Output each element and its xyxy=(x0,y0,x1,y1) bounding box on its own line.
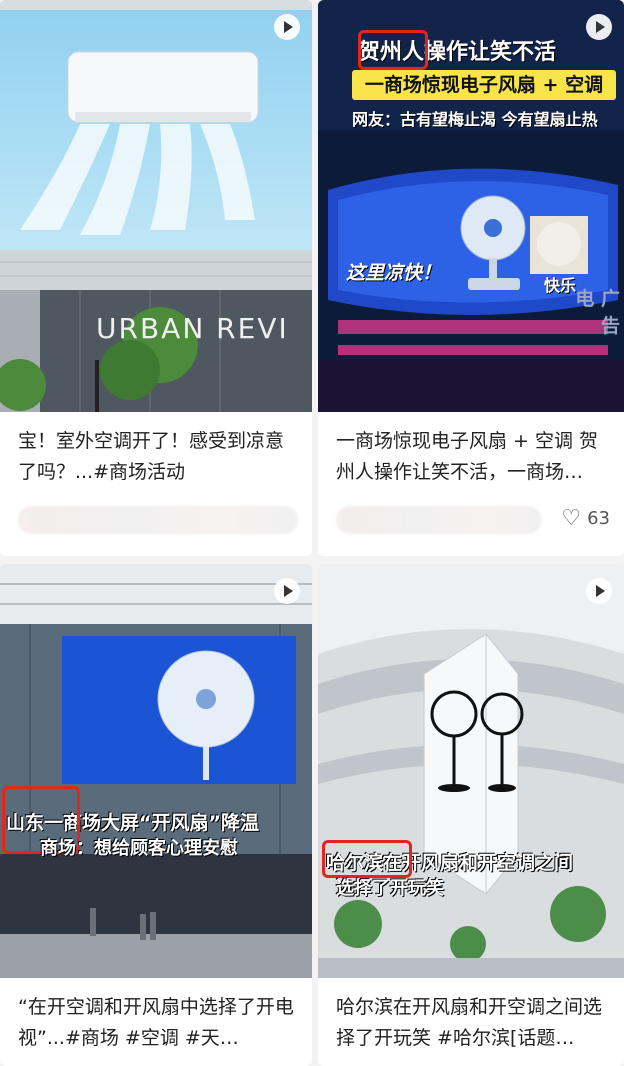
thumbnail-4-caption-line2: 选择了开玩笑 xyxy=(336,878,444,899)
thumbnail-4[interactable]: 哈尔滨在开风扇和开空调之间 选择了开玩笑 xyxy=(318,564,624,978)
blurred-author xyxy=(18,506,298,534)
video-card-4[interactable]: 哈尔滨在开风扇和开空调之间 选择了开玩笑 哈尔滨在开风扇和开空调之间选择了开玩笑… xyxy=(318,564,624,1066)
thumbnail-2-caption-line3: 网友：古有望梅止渴 今有望扇止热 xyxy=(352,110,598,129)
like-button[interactable]: ♡ 63 xyxy=(561,506,610,531)
play-icon[interactable] xyxy=(586,578,612,604)
thumbnail-1[interactable]: URBAN REVI xyxy=(0,0,312,412)
play-icon[interactable] xyxy=(274,14,300,40)
like-count: 63 xyxy=(587,508,610,529)
thumbnail-4-image xyxy=(318,564,624,978)
highlight-box xyxy=(358,30,428,70)
video-card-1[interactable]: URBAN REVI 宝！室外空调开了！感受到凉意了吗？...#商场活动 xyxy=(0,0,312,556)
thumbnail-1-sign: URBAN REVI xyxy=(96,312,289,345)
play-icon[interactable] xyxy=(274,578,300,604)
card-1-title[interactable]: 宝！室外空调开了！感受到凉意了吗？...#商场活动 xyxy=(18,426,298,488)
thumbnail-2-screen-left: 这里凉快！ xyxy=(346,262,442,284)
card-2-title[interactable]: 一商场惊现电子风扇 + 空调 贺州人操作让笑不活，一商场… xyxy=(336,426,610,488)
heart-icon: ♡ xyxy=(561,506,582,531)
highlight-box xyxy=(322,840,412,878)
card-2-meta: ♡ 63 xyxy=(336,500,610,540)
thumbnail-3-caption-line2: 商场：想给顾客心理安慰 xyxy=(40,838,238,859)
video-card-2[interactable]: 贺州人操作让笑不活 一商场惊现电子风扇 + 空调 网友：古有望梅止渴 今有望扇止… xyxy=(318,0,624,556)
video-card-3[interactable]: 山东一商场大屏“开风扇”降温 商场：想给顾客心理安慰 “在开空调和开风扇中选择了… xyxy=(0,564,312,1066)
thumbnail-1-image xyxy=(0,0,312,412)
thumbnail-2[interactable]: 贺州人操作让笑不活 一商场惊现电子风扇 + 空调 网友：古有望梅止渴 今有望扇止… xyxy=(318,0,624,412)
thumbnail-3-image xyxy=(0,564,312,978)
blurred-author xyxy=(336,506,542,534)
card-1-meta xyxy=(18,500,298,540)
card-3-title[interactable]: “在开空调和开风扇中选择了开电视”...#商场 #空调 #天… xyxy=(18,992,298,1054)
play-icon[interactable] xyxy=(586,14,612,40)
thumbnail-2-caption-line2: 一商场惊现电子风扇 + 空调 xyxy=(352,70,616,100)
thumbnail-4-caption-rest: 开风扇和开空调之间 xyxy=(402,852,574,874)
card-4-title[interactable]: 哈尔滨在开风扇和开空调之间选择了开玩笑 #哈尔滨[话题… xyxy=(336,992,610,1054)
thumbnail-2-side-text: 电 广告 xyxy=(575,288,620,337)
thumbnail-3[interactable]: 山东一商场大屏“开风扇”降温 商场：想给顾客心理安慰 xyxy=(0,564,312,978)
